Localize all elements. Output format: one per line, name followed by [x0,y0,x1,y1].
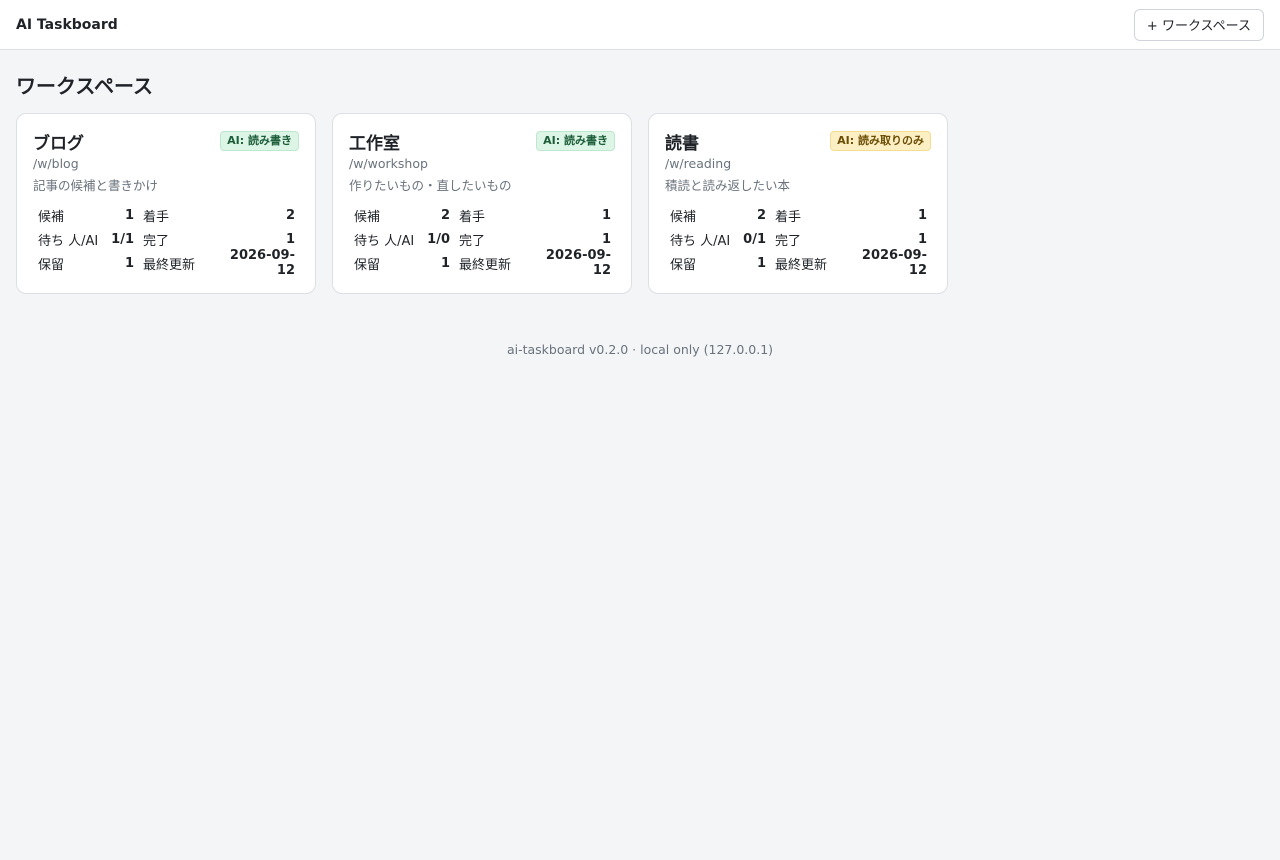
workspace-name: ブログ [33,133,84,154]
stat-row: 保留 1 最終更新 2026-09-12 [670,248,931,278]
stat-row: 候補 1 着手 2 [38,203,299,227]
workspace-stats: 候補 1 着手 2 待ち 人/AI 1/1 完了 1 保留 1 最終更新 202… [38,203,299,279]
hold-count: 1 [756,255,766,271]
waiting-count: 1/0 [427,231,450,247]
stat-row: 保留 1 最終更新 2026-09-12 [354,248,615,278]
app-title: AI Taskboard [16,16,118,33]
candidate-count: 2 [440,207,450,223]
started-label: 着手 [459,209,486,225]
workspace-description: 記事の候補と書きかけ [33,178,159,193]
started-count: 2 [285,207,295,223]
workspace-path: /w/workshop [349,156,428,171]
done-count: 1 [917,231,927,247]
hold-count: 1 [124,255,134,271]
done-label: 完了 [775,233,802,249]
ai-permission-badge: AI: 読み書き [220,131,299,151]
updated-label: 最終更新 [459,257,512,273]
card-header: ブログ AI: 読み書き [33,129,299,154]
workspace-path: /w/reading [665,156,732,171]
started-count: 1 [917,207,927,223]
updated-label: 最終更新 [143,257,196,273]
workspace-card-workshop[interactable]: 工作室 AI: 読み書き /w/workshop 作りたいもの・直したいもの 候… [332,113,632,294]
main-content: ワークスペース ブログ AI: 読み書き /w/blog 記事の候補と書きかけ … [0,50,1280,294]
workspace-list: ブログ AI: 読み書き /w/blog 記事の候補と書きかけ 候補 1 着手 … [16,113,1264,294]
waiting-label: 待ち 人/AI [38,233,99,249]
footer-version-text: ai-taskboard v0.2.0 · local only (127.0.… [506,342,774,357]
started-count: 1 [601,207,611,223]
waiting-count: 1/1 [111,231,134,247]
workspace-description: 積読と読み返したい本 [665,178,791,193]
page-title: ワークスペース [16,74,153,98]
workspace-name: 工作室 [349,133,400,154]
done-count: 1 [285,231,295,247]
stat-row: 候補 2 着手 1 [670,203,931,227]
workspace-stats: 候補 2 着手 1 待ち 人/AI 0/1 完了 1 保留 1 最終更新 202… [670,203,931,279]
waiting-label: 待ち 人/AI [354,233,415,249]
done-label: 完了 [459,233,486,249]
hold-label: 保留 [354,257,381,273]
card-header: 読書 AI: 読み取りのみ [665,129,931,154]
updated-date: 2026-09-12 [545,248,611,278]
workspace-description: 作りたいもの・直したいもの [349,178,512,193]
workspace-card-blog[interactable]: ブログ AI: 読み書き /w/blog 記事の候補と書きかけ 候補 1 着手 … [16,113,316,294]
hold-count: 1 [440,255,450,271]
candidate-label: 候補 [38,209,65,225]
ai-permission-badge: AI: 読み書き [536,131,615,151]
candidate-count: 1 [124,207,134,223]
waiting-label: 待ち 人/AI [670,233,731,249]
stat-row: 保留 1 最終更新 2026-09-12 [38,248,299,278]
done-label: 完了 [143,233,170,249]
workspace-path: /w/blog [33,156,79,171]
candidate-count: 2 [756,207,766,223]
stat-row: 候補 2 着手 1 [354,203,615,227]
started-label: 着手 [143,209,170,225]
card-header: 工作室 AI: 読み書き [349,129,615,154]
new-workspace-button[interactable]: + ワークスペース [1133,8,1264,41]
updated-label: 最終更新 [775,257,828,273]
updated-date: 2026-09-12 [861,248,927,278]
started-label: 着手 [775,209,802,225]
workspace-card-reading[interactable]: 読書 AI: 読み取りのみ /w/reading 積読と読み返したい本 候補 2… [648,113,948,294]
updated-date: 2026-09-12 [229,248,295,278]
waiting-count: 0/1 [743,231,766,247]
workspace-stats: 候補 2 着手 1 待ち 人/AI 1/0 完了 1 保留 1 最終更新 202… [354,203,615,279]
hold-label: 保留 [38,257,65,273]
workspace-name: 読書 [665,133,699,154]
candidate-label: 候補 [670,209,697,225]
ai-permission-badge: AI: 読み取りのみ [830,131,931,151]
candidate-label: 候補 [354,209,381,225]
hold-label: 保留 [670,257,697,273]
done-count: 1 [601,231,611,247]
top-bar: AI Taskboard + ワークスペース [0,0,1280,50]
